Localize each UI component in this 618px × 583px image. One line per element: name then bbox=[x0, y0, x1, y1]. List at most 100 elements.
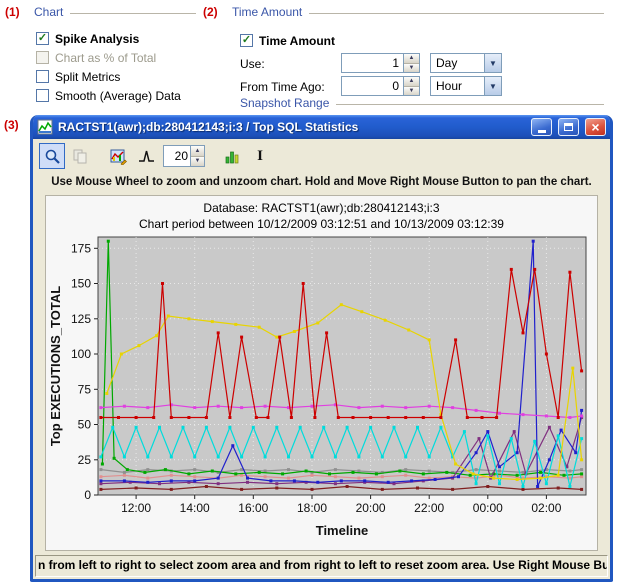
chart-subtitle: Chart period between 10/12/2009 03:12:51… bbox=[139, 217, 504, 233]
spinner-buttons: ▲ ▼ bbox=[403, 77, 419, 95]
chart-canvas[interactable]: 0 25 50 75 100 125 150 175 12:00 14:00 16:00 18:00 2… bbox=[46, 233, 598, 541]
maximize-button[interactable] bbox=[558, 118, 579, 136]
group-snapshot-range-header: Snapshot Range bbox=[240, 96, 604, 110]
svg-text:Top EXECUTIONS_TOTAL: Top EXECUTIONS_TOTAL bbox=[48, 286, 63, 446]
svg-text:125: 125 bbox=[70, 312, 90, 326]
from-time-ago-spinner[interactable]: 0 ▲ ▼ bbox=[341, 76, 420, 96]
svg-text:02:00: 02:00 bbox=[531, 501, 561, 515]
window-titlebar[interactable]: RACTST1(awr);db:280412143;i:3 / Top SQL … bbox=[33, 115, 610, 139]
window-toolbar: 20 ▲ ▼ I bbox=[33, 139, 610, 173]
window-chart-icon bbox=[37, 119, 53, 135]
svg-text:00:00: 00:00 bbox=[472, 501, 502, 515]
top-count-spinner[interactable]: 20 ▲ ▼ bbox=[163, 145, 205, 167]
from-time-ago-label: From Time Ago: bbox=[240, 80, 325, 94]
use-unit-value: Day bbox=[431, 54, 484, 72]
checkbox-label: Spike Analysis bbox=[55, 32, 139, 46]
svg-text:Timeline: Timeline bbox=[315, 523, 368, 538]
chart-panel: Database: RACTST1(awr);db:280412143;i:3 … bbox=[45, 195, 598, 551]
spin-down-icon[interactable]: ▼ bbox=[191, 157, 204, 167]
svg-text:16:00: 16:00 bbox=[238, 501, 268, 515]
chart-options-list: ✓ Spike Analysis ✓ Chart as % of Total ✓ Sp… bbox=[36, 29, 181, 105]
chart-options-icon bbox=[110, 148, 127, 165]
svg-text:22:00: 22:00 bbox=[414, 501, 444, 515]
use-unit-select[interactable]: Day ▼ bbox=[430, 53, 502, 73]
from-time-ago-value[interactable]: 0 bbox=[342, 77, 403, 95]
checkbox-box[interactable]: ✓ bbox=[36, 70, 49, 83]
annotation-3: (3) bbox=[4, 118, 19, 132]
group-chart-title: Chart bbox=[34, 5, 63, 19]
spike-analysis-button[interactable] bbox=[133, 143, 159, 169]
top-sql-statistics-window: RACTST1(awr);db:280412143;i:3 / Top SQL … bbox=[30, 115, 613, 582]
group-time-amount-title: Time Amount bbox=[232, 5, 302, 19]
spike-icon bbox=[138, 148, 155, 165]
checkbox-label: Time Amount bbox=[259, 34, 335, 48]
spin-down-icon[interactable]: ▼ bbox=[404, 64, 419, 73]
dropdown-arrow-icon[interactable]: ▼ bbox=[484, 54, 501, 72]
checkbox-box[interactable]: ✓ bbox=[240, 34, 253, 47]
checkbox-split-metrics[interactable]: ✓ Split Metrics bbox=[36, 67, 181, 86]
group-time-amount-header: Time Amount bbox=[232, 5, 604, 19]
group-chart-header: Chart bbox=[34, 5, 196, 19]
bar-chart-view-button[interactable] bbox=[219, 143, 245, 169]
checkbox-smooth-average-data[interactable]: ✓ Smooth (Average) Data bbox=[36, 86, 181, 105]
interval-toggle-button[interactable]: I bbox=[247, 143, 273, 169]
chart-title: Database: RACTST1(awr);db:280412143;i:3 bbox=[203, 201, 439, 217]
checkbox-chart-percent-total: ✓ Chart as % of Total bbox=[36, 48, 181, 67]
spinner-buttons: ▲ ▼ bbox=[190, 146, 204, 166]
check-icon: ✓ bbox=[38, 33, 47, 44]
svg-text:14:00: 14:00 bbox=[179, 501, 209, 515]
spin-up-icon[interactable]: ▲ bbox=[404, 77, 419, 87]
minimize-button[interactable] bbox=[531, 118, 552, 136]
screen: (1) (2) (3) Chart ✓ Spike Analysis ✓ Chart… bbox=[0, 0, 618, 583]
svg-text:175: 175 bbox=[70, 241, 90, 255]
use-amount-spinner[interactable]: 1 ▲ ▼ bbox=[341, 53, 420, 73]
checkbox-box: ✓ bbox=[36, 51, 49, 64]
checkbox-label: Smooth (Average) Data bbox=[55, 89, 181, 103]
svg-text:12:00: 12:00 bbox=[121, 501, 151, 515]
svg-text:25: 25 bbox=[77, 453, 91, 467]
from-unit-value: Hour bbox=[431, 77, 484, 95]
maximize-icon bbox=[564, 123, 573, 131]
spin-down-icon[interactable]: ▼ bbox=[404, 87, 419, 96]
svg-text:20:00: 20:00 bbox=[355, 501, 385, 515]
use-amount-value[interactable]: 1 bbox=[342, 54, 403, 72]
svg-text:18:00: 18:00 bbox=[296, 501, 326, 515]
spinner-buttons: ▲ ▼ bbox=[403, 54, 419, 72]
from-unit-select[interactable]: Hour ▼ bbox=[430, 76, 502, 96]
group-snapshot-range-title: Snapshot Range bbox=[240, 96, 329, 110]
spin-up-icon[interactable]: ▲ bbox=[191, 146, 204, 157]
interval-label: I bbox=[257, 148, 263, 165]
copy-icon bbox=[72, 148, 88, 164]
divider bbox=[309, 13, 604, 14]
divider bbox=[336, 104, 604, 105]
svg-text:100: 100 bbox=[70, 347, 90, 361]
chart-options-button[interactable] bbox=[105, 143, 131, 169]
magnifier-icon bbox=[44, 148, 61, 165]
check-icon: ✓ bbox=[242, 35, 251, 46]
use-label: Use: bbox=[240, 57, 265, 71]
checkbox-time-amount[interactable]: ✓ Time Amount bbox=[240, 31, 335, 50]
annotation-1: (1) bbox=[5, 5, 20, 19]
svg-text:75: 75 bbox=[77, 382, 91, 396]
svg-text:150: 150 bbox=[70, 277, 90, 291]
close-button[interactable]: × bbox=[585, 118, 606, 136]
checkbox-label: Chart as % of Total bbox=[55, 51, 156, 65]
svg-text:0: 0 bbox=[84, 488, 91, 502]
checkbox-box[interactable]: ✓ bbox=[36, 89, 49, 102]
close-icon: × bbox=[591, 120, 599, 134]
copy-chart-button bbox=[67, 143, 93, 169]
zoom-chart-button[interactable] bbox=[39, 143, 65, 169]
svg-text:50: 50 bbox=[77, 418, 91, 432]
checkbox-label: Split Metrics bbox=[55, 70, 120, 84]
status-bar: n from left to right to select zoom area… bbox=[35, 555, 608, 577]
mouse-hint-text: Use Mouse Wheel to zoom and unzoom chart… bbox=[33, 173, 610, 193]
annotation-2: (2) bbox=[203, 5, 218, 19]
checkbox-box[interactable]: ✓ bbox=[36, 32, 49, 45]
spin-up-icon[interactable]: ▲ bbox=[404, 54, 419, 64]
dropdown-arrow-icon[interactable]: ▼ bbox=[484, 77, 501, 95]
bar-chart-icon bbox=[224, 148, 241, 165]
top-count-value[interactable]: 20 bbox=[164, 146, 190, 166]
window-title: RACTST1(awr);db:280412143;i:3 / Top SQL … bbox=[58, 120, 525, 134]
divider bbox=[70, 13, 196, 14]
checkbox-spike-analysis[interactable]: ✓ Spike Analysis bbox=[36, 29, 181, 48]
